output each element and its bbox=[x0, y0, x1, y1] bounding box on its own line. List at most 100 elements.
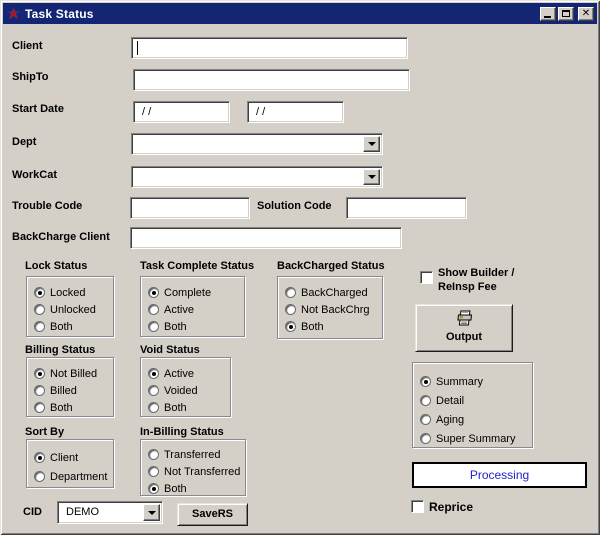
radio-icon bbox=[34, 287, 45, 298]
workcat-combobox[interactable] bbox=[131, 166, 383, 188]
cid-combobox[interactable]: DEMO bbox=[57, 501, 163, 524]
solution-code-label: Solution Code bbox=[257, 200, 332, 212]
radio-summary[interactable]: Summary bbox=[420, 372, 532, 391]
radio-void-active[interactable]: Active bbox=[148, 365, 230, 382]
radio-icon bbox=[34, 321, 45, 332]
radio-icon bbox=[34, 304, 45, 315]
close-icon: ✕ bbox=[582, 9, 590, 19]
output-button[interactable]: Output bbox=[415, 304, 513, 352]
workcat-label: WorkCat bbox=[12, 169, 57, 181]
chevron-down-icon bbox=[368, 142, 376, 146]
processing-status: Processing bbox=[412, 462, 587, 488]
chevron-down-icon bbox=[148, 511, 156, 515]
shipto-input[interactable] bbox=[133, 69, 410, 91]
radio-super-summary[interactable]: Super Summary bbox=[420, 429, 532, 448]
radio-aging[interactable]: Aging bbox=[420, 410, 532, 429]
reprice-checkbox[interactable] bbox=[411, 500, 424, 513]
radio-icon bbox=[148, 368, 159, 379]
app-icon: A bbox=[6, 6, 21, 21]
radio-icon bbox=[420, 395, 431, 406]
client-input[interactable] bbox=[131, 37, 408, 59]
radio-icon bbox=[148, 321, 159, 332]
billing-status-title: Billing Status bbox=[25, 344, 95, 356]
radio-sort-department[interactable]: Department bbox=[34, 467, 113, 486]
radio-billing-both[interactable]: Both bbox=[34, 399, 113, 416]
radio-icon bbox=[148, 466, 159, 477]
backcharge-client-input[interactable] bbox=[130, 227, 402, 249]
radio-not-billed[interactable]: Not Billed bbox=[34, 365, 113, 382]
backcharge-client-label: BackCharge Client bbox=[12, 231, 110, 243]
sort-by-group: Client Department bbox=[26, 439, 114, 488]
maximize-icon bbox=[562, 10, 570, 17]
workcat-dropdown-button[interactable] bbox=[363, 169, 380, 185]
radio-in-billing-both[interactable]: Both bbox=[148, 480, 245, 497]
processing-label: Processing bbox=[470, 468, 529, 482]
radio-icon bbox=[148, 304, 159, 315]
backcharged-status-title: BackCharged Status bbox=[277, 260, 385, 272]
radio-detail[interactable]: Detail bbox=[420, 391, 532, 410]
radio-backcharge-both[interactable]: Both bbox=[285, 318, 382, 335]
in-billing-status-group: Transferred Not Transferred Both bbox=[140, 439, 246, 496]
radio-icon bbox=[148, 483, 159, 494]
minimize-button[interactable] bbox=[540, 7, 556, 21]
radio-not-transferred[interactable]: Not Transferred bbox=[148, 463, 245, 480]
radio-sort-client[interactable]: Client bbox=[34, 448, 113, 467]
radio-voided[interactable]: Voided bbox=[148, 382, 230, 399]
radio-icon bbox=[285, 287, 296, 298]
radio-active[interactable]: Active bbox=[148, 301, 244, 318]
radio-unlocked[interactable]: Unlocked bbox=[34, 301, 113, 318]
savers-button[interactable]: SaveRS bbox=[177, 503, 248, 526]
window-title: Task Status bbox=[25, 7, 94, 21]
radio-icon bbox=[34, 385, 45, 396]
start-date-from-input[interactable]: / / bbox=[133, 101, 230, 123]
radio-billed[interactable]: Billed bbox=[34, 382, 113, 399]
start-date-to-value: / / bbox=[248, 102, 343, 118]
output-type-group: Summary Detail Aging Super Summary bbox=[412, 362, 533, 448]
maximize-button[interactable] bbox=[558, 7, 574, 21]
start-date-from-value: / / bbox=[134, 102, 229, 118]
radio-icon bbox=[148, 385, 159, 396]
radio-icon bbox=[420, 414, 431, 425]
dept-combobox[interactable] bbox=[131, 133, 383, 155]
title-bar: A Task Status ✕ bbox=[3, 3, 597, 24]
sort-by-title: Sort By bbox=[25, 426, 64, 438]
radio-locked[interactable]: Locked bbox=[34, 284, 113, 301]
client-label: Client bbox=[12, 40, 43, 52]
void-status-group: Active Voided Both bbox=[140, 357, 231, 417]
start-date-label: Start Date bbox=[12, 103, 64, 115]
radio-not-backchrg[interactable]: Not BackChrg bbox=[285, 301, 382, 318]
radio-void-both[interactable]: Both bbox=[148, 399, 230, 416]
radio-backcharged[interactable]: BackCharged bbox=[285, 284, 382, 301]
dept-label: Dept bbox=[12, 136, 36, 148]
show-builder-checkbox[interactable] bbox=[420, 271, 433, 284]
radio-icon bbox=[420, 433, 431, 444]
cid-dropdown-button[interactable] bbox=[143, 504, 160, 521]
output-button-label: Output bbox=[416, 331, 512, 343]
task-complete-status-group: Complete Active Both bbox=[140, 276, 245, 337]
radio-complete[interactable]: Complete bbox=[148, 284, 244, 301]
task-complete-status-title: Task Complete Status bbox=[140, 260, 254, 272]
billing-status-group: Not Billed Billed Both bbox=[26, 357, 114, 417]
radio-icon bbox=[34, 368, 45, 379]
radio-lock-both[interactable]: Both bbox=[34, 318, 113, 335]
reprice-label: Reprice bbox=[429, 500, 473, 514]
shipto-label: ShipTo bbox=[12, 71, 48, 83]
dept-dropdown-button[interactable] bbox=[363, 136, 380, 152]
radio-icon bbox=[34, 402, 45, 413]
radio-icon bbox=[148, 402, 159, 413]
radio-icon bbox=[148, 449, 159, 460]
in-billing-status-title: In-Billing Status bbox=[140, 426, 224, 438]
radio-icon bbox=[420, 376, 431, 387]
radio-icon bbox=[285, 304, 296, 315]
radio-task-both[interactable]: Both bbox=[148, 318, 244, 335]
task-status-window: A Task Status ✕ Client ShipTo Start Date… bbox=[0, 0, 600, 535]
chevron-down-icon bbox=[368, 175, 376, 179]
solution-code-input[interactable] bbox=[346, 197, 467, 219]
radio-transferred[interactable]: Transferred bbox=[148, 446, 245, 463]
cid-label: CID bbox=[23, 506, 42, 518]
trouble-code-input[interactable] bbox=[130, 197, 250, 219]
printer-icon bbox=[454, 310, 474, 331]
start-date-to-input[interactable]: / / bbox=[247, 101, 344, 123]
close-button[interactable]: ✕ bbox=[578, 7, 594, 21]
trouble-code-label: Trouble Code bbox=[12, 200, 82, 212]
